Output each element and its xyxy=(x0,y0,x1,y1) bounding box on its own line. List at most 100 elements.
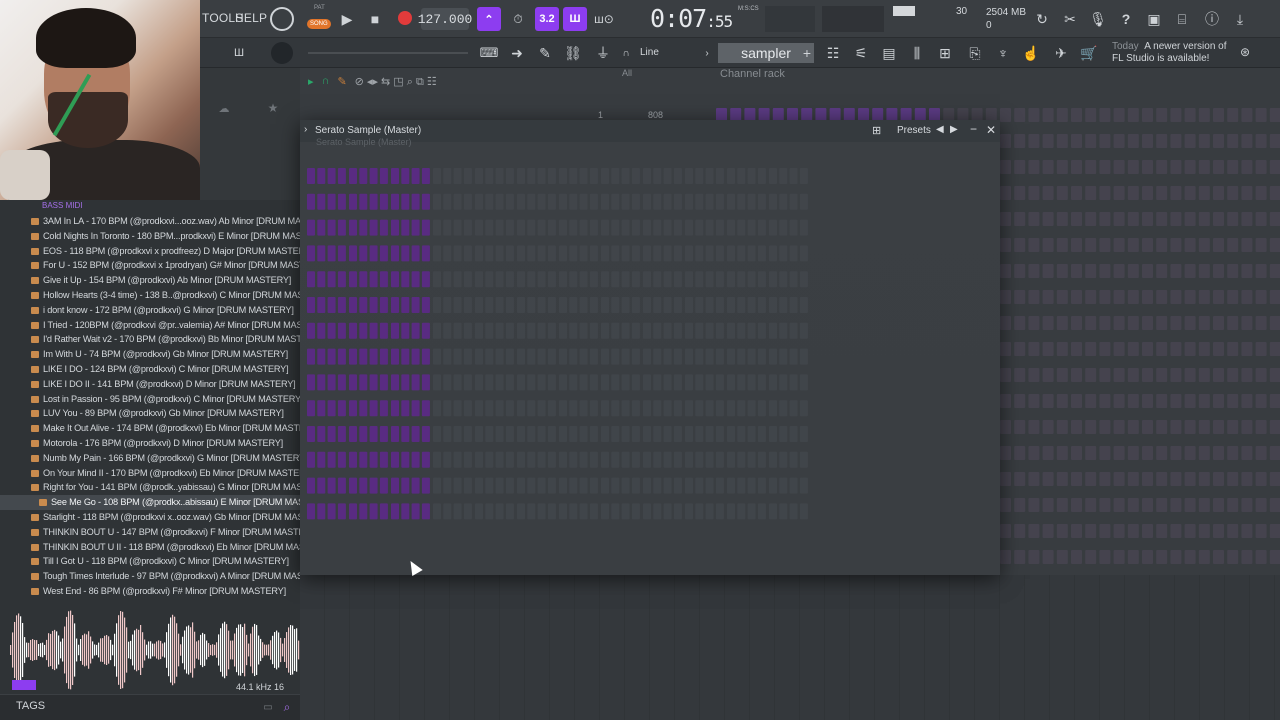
step-button[interactable] xyxy=(1071,368,1082,382)
sample-pad[interactable] xyxy=(747,451,756,468)
sample-pad[interactable] xyxy=(475,426,483,442)
sample-pad[interactable] xyxy=(537,245,546,262)
step-button[interactable] xyxy=(1099,368,1111,382)
sample-pad[interactable] xyxy=(537,374,546,391)
sample-pad[interactable] xyxy=(695,271,704,288)
sample-pad[interactable] xyxy=(433,271,441,288)
sample-pad[interactable] xyxy=(559,477,567,494)
sample-pad[interactable] xyxy=(789,400,798,417)
sample-pad[interactable] xyxy=(359,271,368,288)
step-button[interactable] xyxy=(1056,420,1068,434)
step-button[interactable] xyxy=(1255,342,1267,356)
sample-pad[interactable] xyxy=(349,219,357,236)
sample-pad[interactable] xyxy=(453,451,462,468)
step-button[interactable] xyxy=(1085,498,1097,512)
sample-pad[interactable] xyxy=(537,297,546,313)
sample-pad[interactable] xyxy=(495,400,504,417)
step-button[interactable] xyxy=(1227,472,1239,486)
step-button[interactable] xyxy=(1255,316,1267,330)
sample-pad[interactable] xyxy=(443,400,452,417)
sample-pad[interactable] xyxy=(757,322,766,339)
step-button[interactable] xyxy=(1227,342,1239,356)
step-button[interactable] xyxy=(1056,186,1068,200)
step-button[interactable] xyxy=(1184,134,1196,148)
step-button[interactable] xyxy=(1028,134,1040,148)
sample-pad[interactable] xyxy=(673,348,682,365)
sample-pad[interactable] xyxy=(737,168,746,184)
step-button[interactable] xyxy=(1198,264,1210,278)
step-button[interactable] xyxy=(1227,368,1239,382)
step-button[interactable] xyxy=(1014,212,1026,226)
step-button[interactable] xyxy=(1142,524,1153,538)
step-button[interactable] xyxy=(1142,342,1153,356)
loop-record-icon[interactable]: ш⊙ xyxy=(592,9,616,29)
sample-pad[interactable] xyxy=(653,322,662,339)
step-button[interactable] xyxy=(1184,238,1196,252)
minimize-icon[interactable]: − xyxy=(970,122,977,136)
sample-pad[interactable] xyxy=(401,219,410,236)
sample-pad[interactable] xyxy=(705,400,714,417)
sample-pad[interactable] xyxy=(327,271,336,288)
sample-pad[interactable] xyxy=(369,271,378,288)
sample-pad[interactable] xyxy=(695,322,704,339)
song-label[interactable]: SONG xyxy=(307,19,331,29)
sample-pad[interactable] xyxy=(485,322,494,339)
sample-pad[interactable] xyxy=(379,477,388,494)
step-button[interactable] xyxy=(1213,290,1224,304)
sample-pad[interactable] xyxy=(695,219,704,236)
sample-pad[interactable] xyxy=(433,245,441,262)
step-button[interactable] xyxy=(1042,446,1054,460)
sample-pad[interactable] xyxy=(779,271,788,288)
sample-pad[interactable] xyxy=(317,245,326,262)
sample-pad[interactable] xyxy=(307,374,315,391)
sample-pad[interactable] xyxy=(453,503,462,520)
sample-pad[interactable] xyxy=(475,297,483,313)
step-button[interactable] xyxy=(1198,108,1210,122)
step-button[interactable] xyxy=(1156,472,1168,486)
step-button[interactable] xyxy=(1198,472,1210,486)
sample-pad[interactable] xyxy=(433,348,441,365)
sample-pad[interactable] xyxy=(663,348,672,365)
step-button[interactable] xyxy=(1269,524,1280,538)
sample-pad[interactable] xyxy=(463,477,472,494)
sample-pad[interactable] xyxy=(369,297,378,313)
sample-pad[interactable] xyxy=(695,348,704,365)
file-item[interactable]: LUV You - 89 BPM (@prodkxvi) Gb Minor [D… xyxy=(0,406,300,421)
step-button[interactable] xyxy=(1255,108,1267,122)
sample-pad[interactable] xyxy=(495,245,504,262)
sample-pad[interactable] xyxy=(359,245,368,262)
step-button[interactable] xyxy=(1127,342,1139,356)
sample-pad[interactable] xyxy=(757,477,766,494)
sample-pad[interactable] xyxy=(379,503,388,520)
sample-pad[interactable] xyxy=(631,168,640,184)
step-button[interactable] xyxy=(1042,394,1054,408)
sample-pad[interactable] xyxy=(799,297,808,313)
sample-pad[interactable] xyxy=(757,426,766,442)
file-item[interactable]: On Your Mind II - 170 BPM (@prodkxvi) Eb… xyxy=(0,466,300,481)
step-button[interactable] xyxy=(1170,108,1182,122)
sample-pad[interactable] xyxy=(621,400,630,417)
browser-icon[interactable]: ⊞ xyxy=(934,43,956,63)
step-button[interactable] xyxy=(1014,186,1026,200)
sample-pad[interactable] xyxy=(369,426,378,442)
sample-pad[interactable] xyxy=(737,322,746,339)
sample-pad[interactable] xyxy=(685,271,693,288)
sample-pad[interactable] xyxy=(799,193,808,210)
sample-pad[interactable] xyxy=(705,477,714,494)
step-button[interactable] xyxy=(1142,550,1153,564)
sample-pad[interactable] xyxy=(685,219,693,236)
step-button[interactable] xyxy=(1056,342,1068,356)
sample-pad[interactable] xyxy=(421,219,430,236)
step-button[interactable] xyxy=(1269,264,1280,278)
sample-pad[interactable] xyxy=(769,426,777,442)
sample-pad[interactable] xyxy=(527,168,536,184)
step-button[interactable] xyxy=(1099,160,1111,174)
step-button[interactable] xyxy=(1269,472,1280,486)
step-button[interactable] xyxy=(1028,186,1040,200)
news-panel[interactable]: Today A newer version of FL Studio is ava… xyxy=(1112,41,1227,65)
sample-pad[interactable] xyxy=(433,297,441,313)
step-button[interactable] xyxy=(1085,446,1097,460)
sample-pad[interactable] xyxy=(611,503,620,520)
sample-pad[interactable] xyxy=(495,271,504,288)
sample-pad[interactable] xyxy=(737,400,746,417)
